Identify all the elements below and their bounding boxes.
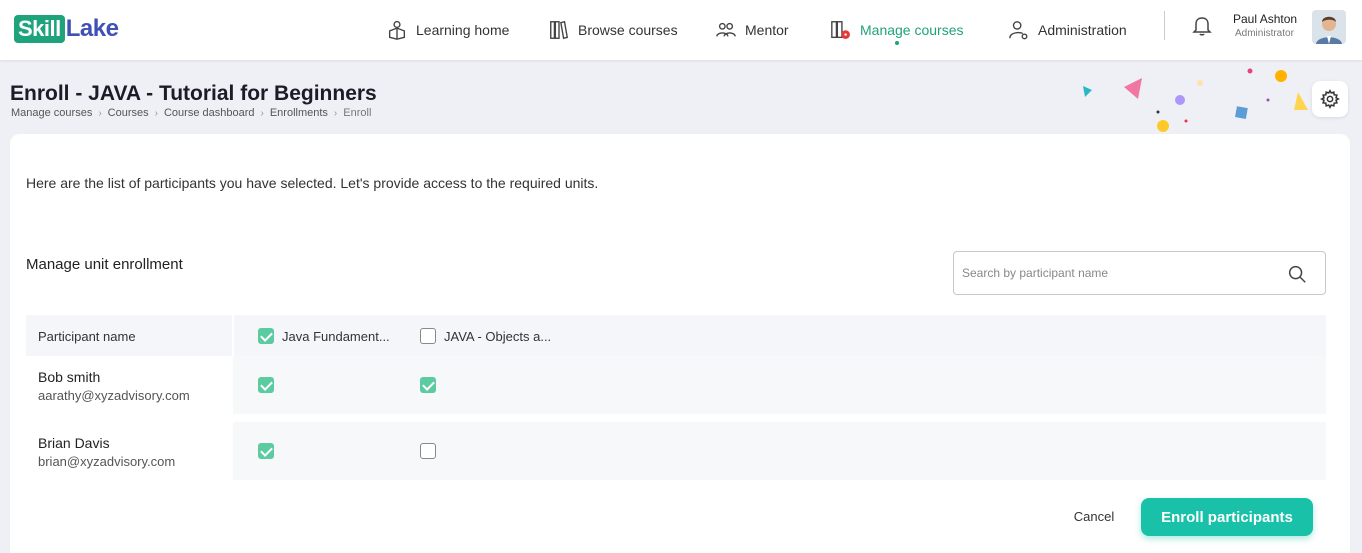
manage-courses-icon (831, 21, 850, 39)
top-navigation-bar: Skill Lake Learning home Browse courses … (0, 0, 1362, 60)
unit-enroll-checkbox[interactable] (420, 377, 436, 393)
table-header: Participant name Java Fundament... JAVA … (26, 315, 1326, 356)
participant-cell: Brian Davis brian@xyzadvisory.com (26, 422, 233, 480)
breadcrumb-enrollments[interactable]: Enrollments (270, 107, 328, 119)
settings-button[interactable] (1312, 81, 1348, 117)
chevron-right-icon: › (333, 107, 338, 119)
skilllake-logo[interactable]: Skill Lake (14, 14, 119, 44)
column-divider (232, 315, 234, 356)
notification-bell-icon[interactable] (1190, 13, 1214, 37)
mentor-icon (716, 22, 736, 37)
breadcrumb-courses[interactable]: Courses (108, 107, 149, 119)
section-title: Manage unit enrollment (26, 256, 183, 273)
breadcrumb-manage-courses[interactable]: Manage courses (11, 107, 92, 119)
unit-enroll-checkbox[interactable] (258, 377, 274, 393)
search-icon[interactable] (1286, 263, 1308, 285)
column-header-unit: Java Fundament... (258, 328, 390, 344)
chevron-right-icon: › (260, 107, 264, 119)
participant-cell: Bob smith aarathy@xyzadvisory.com (26, 356, 233, 414)
nav-label: Administration (1038, 22, 1127, 38)
nav-label: Manage courses (860, 22, 964, 38)
nav-manage-courses[interactable]: Manage courses (830, 0, 964, 60)
nav-browse-courses[interactable]: Browse courses (548, 0, 678, 60)
nav-learning-home[interactable]: Learning home (386, 0, 509, 60)
participant-name: Brian Davis (38, 435, 110, 451)
active-indicator-dot (894, 41, 899, 45)
breadcrumb-enroll: Enroll (343, 107, 372, 119)
books-icon (550, 20, 569, 40)
chevron-right-icon: › (154, 107, 158, 119)
enroll-participants-button[interactable]: Enroll participants (1141, 498, 1313, 536)
enrollment-card: Here are the list of participants you ha… (10, 134, 1350, 553)
logo-skill-text: Skill (14, 15, 65, 43)
nav-administration[interactable]: Administration (1008, 0, 1127, 60)
unit-enroll-checkbox[interactable] (258, 443, 274, 459)
user-gear-icon (1009, 21, 1028, 40)
participant-email: brian@xyzadvisory.com (38, 454, 176, 469)
breadcrumb-course-dashboard[interactable]: Course dashboard (164, 107, 255, 119)
table-row: Brian Davis brian@xyzadvisory.com (26, 422, 1326, 480)
participant-email: aarathy@xyzadvisory.com (38, 388, 190, 403)
column-header-unit: JAVA - Objects a... (420, 328, 551, 344)
nav-label: Learning home (416, 22, 510, 38)
unit-select-all-checkbox[interactable] (420, 328, 436, 344)
user-role: Administrator (1235, 28, 1294, 39)
breadcrumb: Manage courses › Courses › Course dashbo… (11, 107, 371, 119)
unit-select-all-checkbox[interactable] (258, 328, 274, 344)
decorative-confetti-shapes (1083, 68, 1308, 132)
nav-divider (1164, 11, 1165, 40)
unit-label: Java Fundament... (282, 328, 390, 344)
cancel-button[interactable]: Cancel (1056, 499, 1132, 533)
nav-label: Browse courses (578, 22, 678, 38)
search-input[interactable] (954, 252, 1274, 294)
learning-home-icon (388, 20, 406, 40)
page-title: Enroll - JAVA - Tutorial for Beginners (10, 82, 377, 105)
search-box (953, 251, 1326, 295)
table-row: Bob smith aarathy@xyzadvisory.com (26, 356, 1326, 414)
intro-text: Here are the list of participants you ha… (26, 175, 599, 191)
gear-icon (1320, 89, 1340, 109)
unit-enroll-checkbox[interactable] (420, 443, 436, 459)
column-header-participant-name: Participant name (38, 329, 136, 344)
avatar[interactable] (1312, 10, 1346, 44)
logo-lake-text: Lake (65, 15, 119, 42)
nav-mentor[interactable]: Mentor (715, 0, 789, 60)
user-name[interactable]: Paul Ashton (1233, 12, 1297, 26)
nav-label: Mentor (745, 22, 789, 38)
chevron-right-icon: › (98, 107, 102, 119)
unit-label: JAVA - Objects a... (444, 328, 552, 344)
participant-name: Bob smith (38, 369, 101, 385)
